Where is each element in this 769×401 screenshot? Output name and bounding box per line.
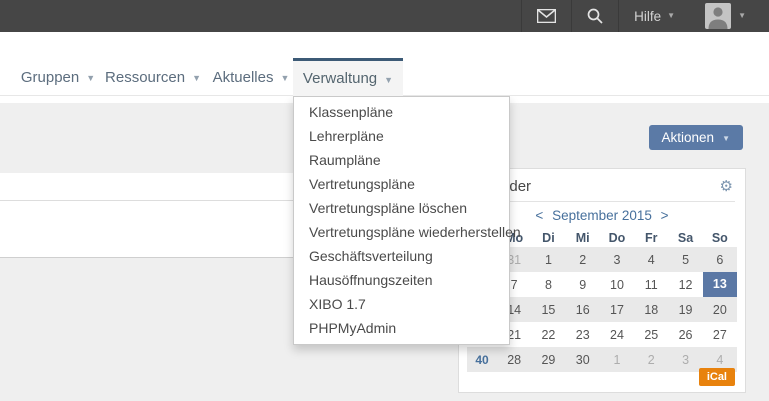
calendar-day[interactable]: 16 [566,303,600,317]
calendar-day[interactable]: 23 [566,328,600,342]
calendar-day[interactable]: 9 [566,278,600,292]
calendar-day[interactable]: 6 [703,253,737,267]
avatar [705,3,731,29]
calendar-day[interactable]: 24 [600,328,634,342]
next-month-button[interactable]: > [661,208,669,223]
dropdown-item[interactable]: Lehrerpläne [294,124,509,148]
dropdown-item[interactable]: Vertretungspläne löschen [294,196,509,220]
calendar-day[interactable]: 19 [668,303,702,317]
calendar-week-row: 402829301234 [467,347,737,372]
chevron-down-icon: ▼ [86,73,95,83]
navbar: Gruppen ▼ Ressourcen ▼ Aktuelles ▼ Verwa… [0,32,769,96]
calendar-day[interactable]: 3 [668,353,702,367]
weekday-label: Sa [668,231,702,245]
calendar-day[interactable]: 18 [634,303,668,317]
calendar-day[interactable]: 1 [531,253,565,267]
nav-item-aktuelles[interactable]: Aktuelles ▼ [208,58,294,96]
calendar-day[interactable]: 28 [497,353,531,367]
ical-button[interactable]: iCal [699,368,735,386]
week-number[interactable]: 40 [467,353,497,367]
nav-item-label: Verwaltung [303,70,377,87]
nav-item-label: Gruppen [21,69,79,86]
chevron-down-icon: ▼ [384,75,393,85]
dropdown-item[interactable]: PHPMyAdmin [294,316,509,340]
prev-month-button[interactable]: < [535,208,543,223]
chevron-down-icon: ▼ [722,134,730,143]
dropdown-item[interactable]: Klassenpläne [294,100,509,124]
search-button[interactable] [571,0,618,32]
topbar: Hilfe ▼ ▼ [0,0,769,32]
nav-item-label: Aktuelles [213,69,274,86]
nav-item-gruppen[interactable]: Gruppen ▼ [14,58,102,96]
verwaltung-dropdown: KlassenpläneLehrerpläneRaumpläneVertretu… [293,96,510,345]
chevron-down-icon: ▼ [280,73,289,83]
topbar-actions: Hilfe ▼ ▼ [521,0,761,32]
help-menu[interactable]: Hilfe ▼ [618,0,690,32]
calendar-day[interactable]: 22 [531,328,565,342]
help-label: Hilfe [634,9,661,24]
dropdown-item[interactable]: Raumpläne [294,148,509,172]
calendar-day[interactable]: 5 [668,253,702,267]
calendar-day[interactable]: 30 [566,353,600,367]
nav-item-verwaltung[interactable]: Verwaltung ▼ [293,58,403,96]
mail-button[interactable] [521,0,571,32]
calendar-day[interactable]: 1 [600,353,634,367]
calendar-day[interactable]: 15 [531,303,565,317]
calendar-day[interactable]: 4 [703,353,737,367]
calendar-day[interactable]: 27 [703,328,737,342]
mail-icon [537,9,556,23]
nav-item-label: Ressourcen [105,69,185,86]
dropdown-item[interactable]: Vertretungspläne [294,172,509,196]
calendar-day[interactable]: 2 [634,353,668,367]
calendar-day[interactable]: 4 [634,253,668,267]
calendar-day[interactable]: 2 [566,253,600,267]
calendar-day[interactable]: 3 [600,253,634,267]
gear-icon[interactable]: ⚙ [720,179,733,194]
aktionen-label: Aktionen [662,130,715,145]
aktionen-button[interactable]: Aktionen ▼ [649,125,743,150]
app-window: Hilfe ▼ ▼ Gruppen ▼ Ressourcen ▼ Aktuell… [0,0,769,401]
dropdown-item[interactable]: Geschäftsverteilung [294,244,509,268]
chevron-down-icon: ▼ [667,12,675,20]
nav-item-ressourcen[interactable]: Ressourcen ▼ [104,58,202,96]
weekday-label: Do [600,231,634,245]
chevron-down-icon: ▼ [192,73,201,83]
dropdown-item[interactable]: Hausöffnungszeiten [294,268,509,292]
calendar-day[interactable]: 26 [668,328,702,342]
dropdown-item[interactable]: Vertretungspläne wiederherstellen [294,220,509,244]
weekday-label: Fr [634,231,668,245]
weekday-label: Di [531,231,565,245]
search-icon [587,8,603,24]
user-menu[interactable]: ▼ [690,0,761,32]
calendar-day[interactable]: 10 [600,278,634,292]
calendar-day-selected[interactable]: 13 [703,272,737,297]
calendar-day[interactable]: 12 [668,278,702,292]
calendar-day[interactable]: 11 [634,278,668,292]
calendar-day[interactable]: 25 [634,328,668,342]
calendar-day[interactable]: 17 [600,303,634,317]
chevron-down-icon: ▼ [738,12,746,20]
calendar-day[interactable]: 8 [531,278,565,292]
weekday-label: Mi [566,231,600,245]
calendar-footer: iCal [699,367,735,386]
calendar-day[interactable]: 29 [531,353,565,367]
weekday-label: So [703,231,737,245]
dropdown-item[interactable]: XIBO 1.7 [294,292,509,316]
calendar-day[interactable]: 20 [703,303,737,317]
month-label: September 2015 [552,208,652,223]
